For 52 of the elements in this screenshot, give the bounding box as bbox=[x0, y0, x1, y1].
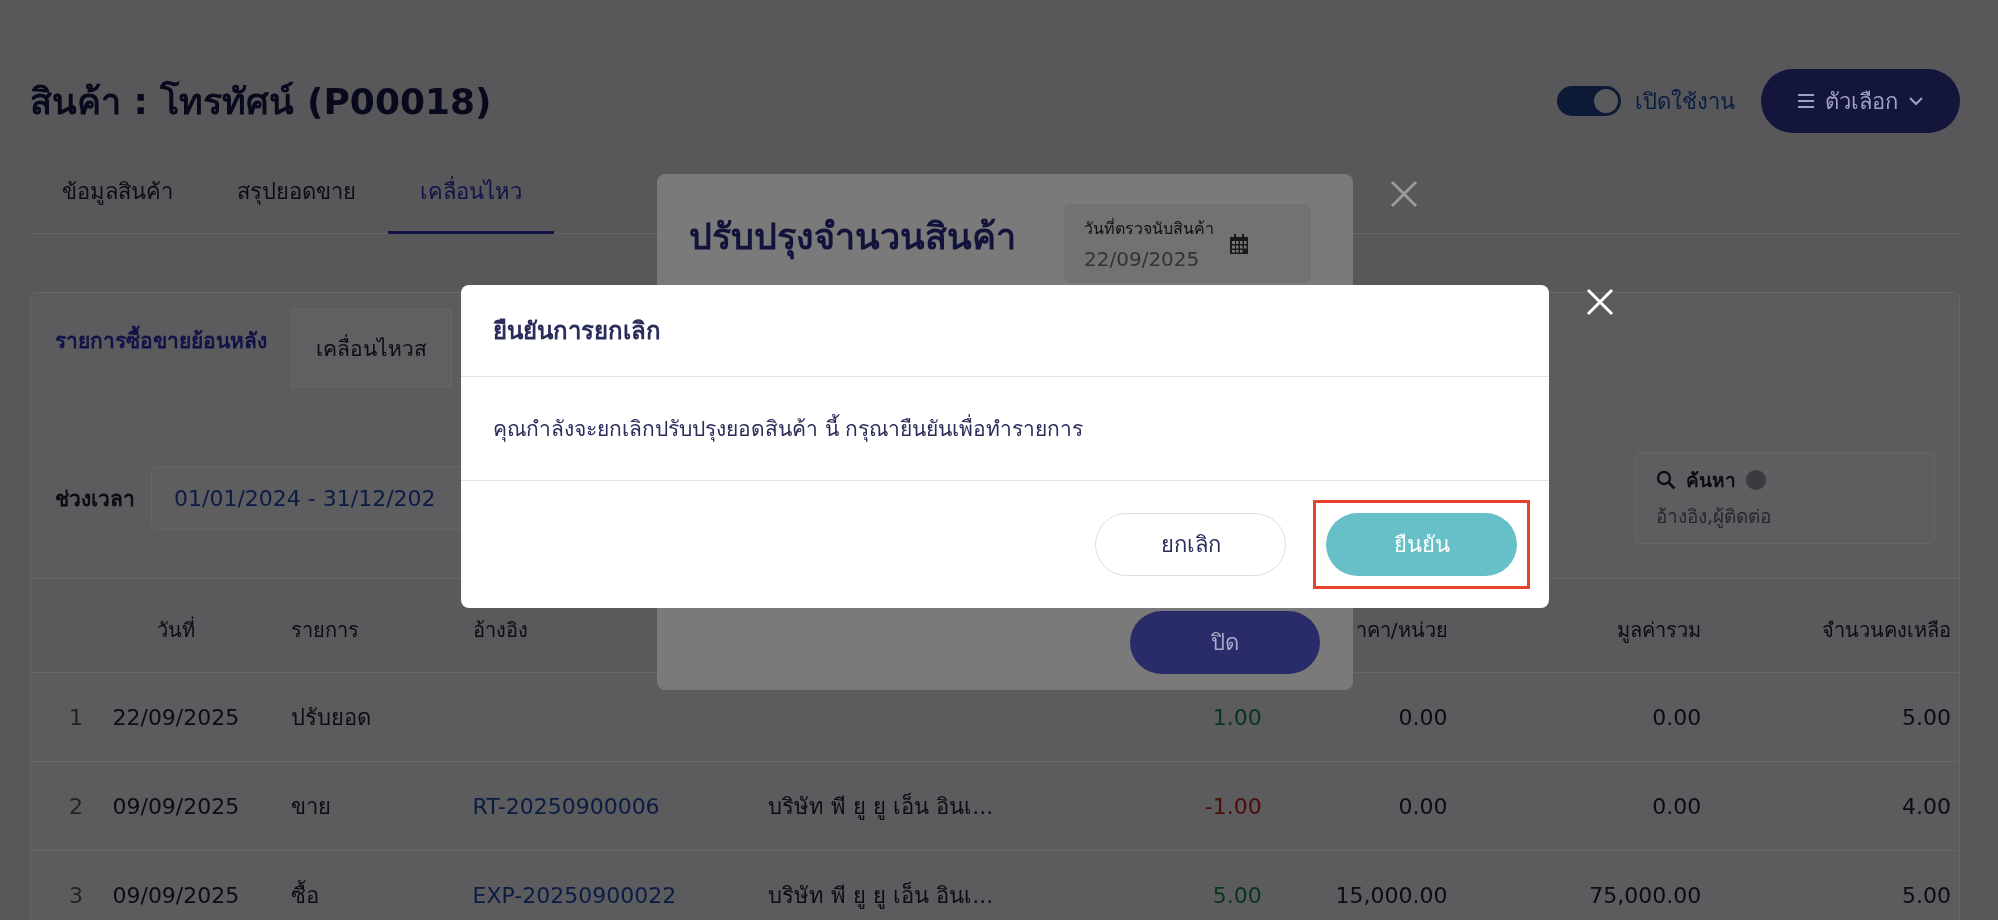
column-header: รายการ bbox=[289, 616, 360, 644]
table-cell-text: ขาย bbox=[289, 792, 332, 821]
row-number: 1 bbox=[67, 704, 84, 730]
modal-title: ปรับปรุงจำนวนสินค้า bbox=[689, 208, 1016, 265]
confirm-button[interactable]: ยืนยัน bbox=[1326, 513, 1517, 576]
table-cell-text: 22/09/2025 bbox=[111, 704, 241, 730]
cancel-button[interactable]: ยกเลิก bbox=[1095, 513, 1286, 576]
table-cell-text: 5.00 bbox=[1901, 882, 1952, 908]
table-cell-text: 0.00 bbox=[1397, 704, 1448, 730]
sub-tab[interactable]: เคลื่อนไหวส bbox=[291, 308, 452, 388]
date-field[interactable]: วันที่ตรวจนับสินค้า 22/09/2025 bbox=[1064, 204, 1311, 283]
calendar-icon bbox=[1230, 233, 1248, 254]
table-cell-text: 0.00 bbox=[1397, 793, 1448, 819]
row-number: 3 bbox=[67, 882, 84, 908]
table-cell-text: 0.00 bbox=[1651, 704, 1702, 730]
reference-link[interactable]: RT-20250900006 bbox=[472, 793, 660, 819]
search-icon bbox=[1656, 470, 1676, 490]
table-cell: 5.00 bbox=[1212, 882, 1262, 908]
table-cell: -1.00 bbox=[1204, 793, 1262, 819]
menu-icon bbox=[1797, 93, 1815, 109]
table-cell-text: 09/09/2025 bbox=[111, 882, 241, 908]
column-header: อ้างอิง bbox=[471, 616, 529, 644]
table-cell: 1.00 bbox=[1212, 704, 1262, 730]
toggle-label: เปิดใช้งาน bbox=[1635, 87, 1735, 116]
dialog-title: ยืนยันการยกเลิก bbox=[493, 316, 661, 347]
table-cell-text: 75,000.00 bbox=[1588, 882, 1702, 908]
column-header: วันที่ bbox=[155, 615, 196, 644]
tab[interactable]: เคลื่อนไหว bbox=[388, 154, 554, 234]
tab[interactable]: สรุปยอดขาย bbox=[205, 154, 388, 234]
table-cell-text: 5.00 bbox=[1901, 704, 1952, 730]
table-cell: บริษัท พี ยู ยู เอ็น อินเ... bbox=[768, 793, 994, 819]
options-button[interactable]: ตัวเลือก bbox=[1761, 69, 1960, 133]
row-number: 2 bbox=[67, 793, 84, 819]
table-cell-text: 4.00 bbox=[1901, 793, 1952, 819]
column-header: าคา/หน่วย bbox=[1354, 616, 1448, 644]
search-field[interactable]: ค้นหา อ้างอิง,ผู้ติดต่อ bbox=[1635, 452, 1935, 544]
reference-link[interactable]: EXP-20250900022 bbox=[472, 882, 677, 908]
table-cell-text: 0.00 bbox=[1651, 793, 1702, 819]
column-header: มูลค่ารวม bbox=[1616, 616, 1702, 645]
period-label: ช่วงเวลา bbox=[55, 485, 135, 513]
table-cell-text: 09/09/2025 bbox=[111, 793, 241, 819]
status-toggle[interactable] bbox=[1557, 86, 1621, 116]
column-header: จำนวนคงเหลือ bbox=[1821, 616, 1952, 644]
tab[interactable]: ข้อมูลสินค้า bbox=[30, 154, 205, 234]
page-title: สินค้า : โทรทัศน์ (P00018) bbox=[30, 79, 492, 124]
table-cell-text: ปรับยอด bbox=[289, 703, 372, 732]
table-cell-text: 15,000.00 bbox=[1334, 882, 1448, 908]
table-cell: บริษัท พี ยู ยู เอ็น อินเ... bbox=[768, 882, 994, 908]
table-cell-text: ซื้อ bbox=[289, 879, 320, 910]
chevron-down-icon bbox=[1908, 96, 1924, 106]
close-button[interactable]: ปิด bbox=[1130, 611, 1320, 674]
dialog-message: คุณกำลังจะยกเลิกปรับปรุงยอดสินค้า นี้ กรุณายืนยันเพื่อทำรายการ bbox=[493, 412, 1084, 445]
